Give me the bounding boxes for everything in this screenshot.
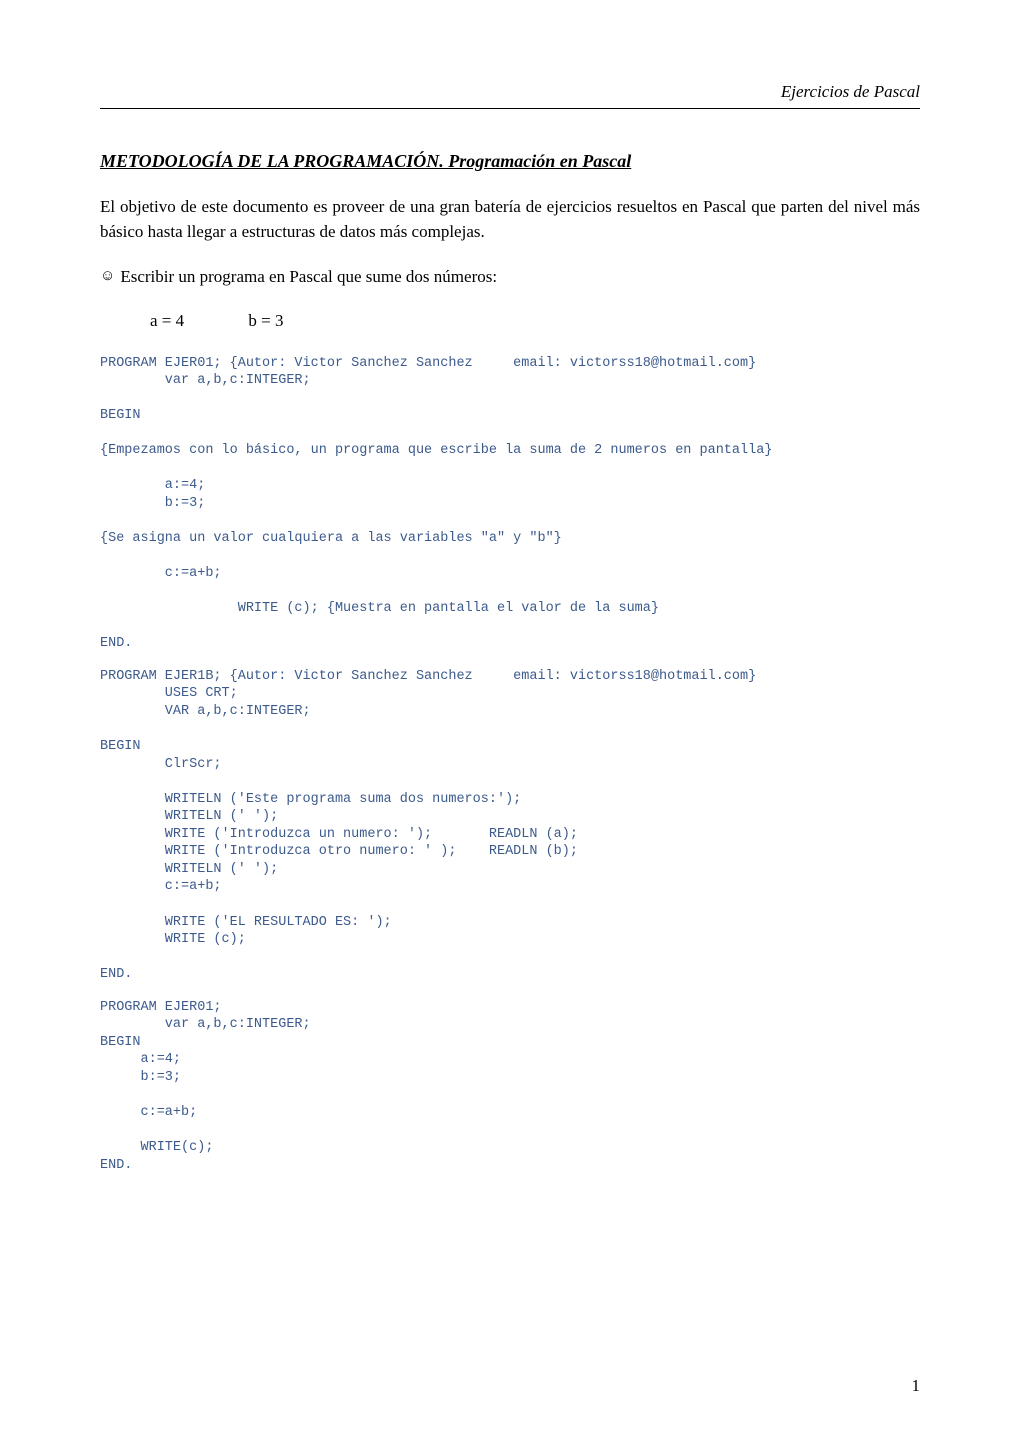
intro-paragraph: El objetivo de este documento es proveer…	[100, 194, 920, 245]
document-title: METODOLOGÍA DE LA PROGRAMACIÓN. Programa…	[100, 149, 920, 174]
exercise-prompt-line: ☺ Escribir un programa en Pascal que sum…	[100, 265, 920, 289]
exercise-prompt-text: Escribir un programa en Pascal que sume …	[120, 265, 497, 289]
smiley-icon: ☺	[100, 266, 115, 287]
code-block-3: PROGRAM EJER01; var a,b,c:INTEGER; BEGIN…	[100, 999, 920, 1174]
code-block-2: PROGRAM EJER1B; {Autor: Victor Sanchez S…	[100, 668, 920, 984]
value-b: b = 3	[248, 311, 283, 330]
page-number: 1	[100, 1374, 920, 1398]
example-values: a = 4 b = 3	[150, 309, 920, 333]
page-header: Ejercicios de Pascal	[100, 80, 920, 109]
value-a: a = 4	[150, 311, 184, 330]
header-text: Ejercicios de Pascal	[781, 82, 920, 101]
code-block-1: PROGRAM EJER01; {Autor: Victor Sanchez S…	[100, 355, 920, 653]
